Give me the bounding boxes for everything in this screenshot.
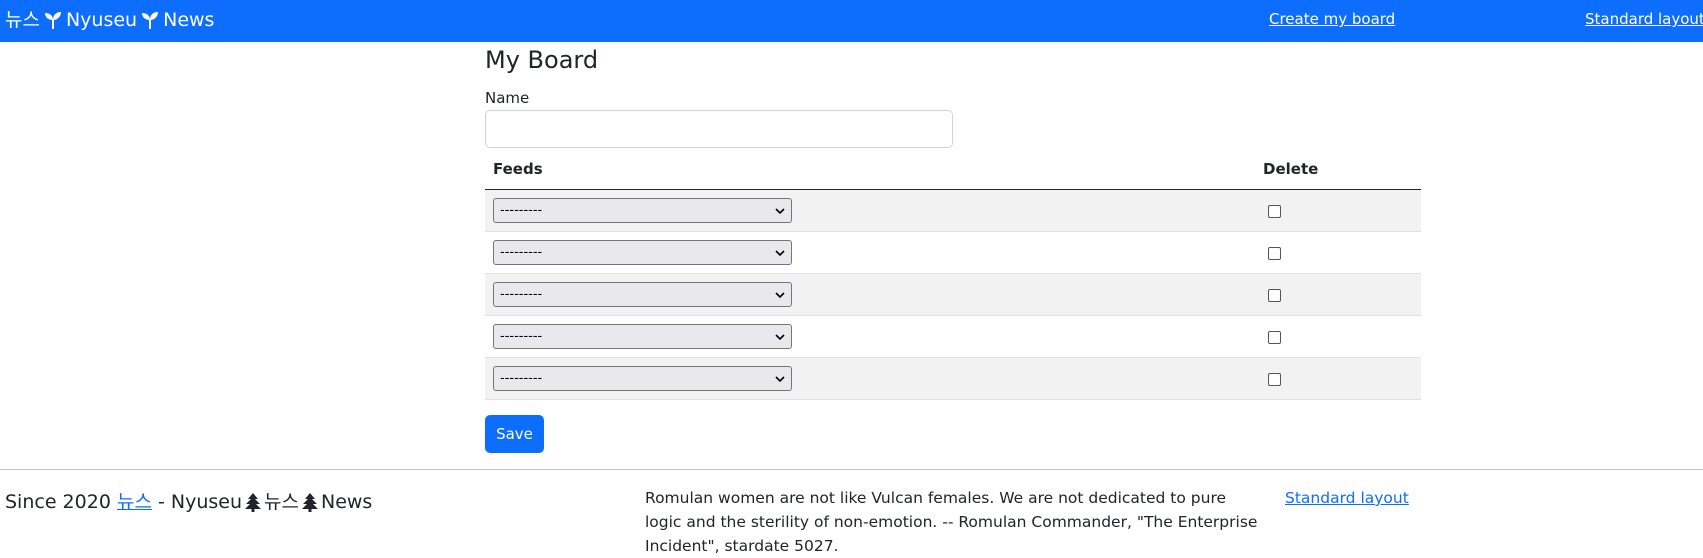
table-row: --------- (485, 357, 1421, 400)
feed-select-value: --------- (500, 328, 543, 344)
feed-select[interactable]: --------- (493, 197, 792, 223)
seedling-icon (44, 12, 61, 29)
delete-checkbox[interactable] (1268, 288, 1281, 302)
brand-news: News (163, 9, 215, 31)
evergreen-tree-icon (245, 493, 262, 512)
chevron-down-icon (775, 207, 785, 214)
feed-select-value: --------- (500, 202, 543, 218)
feed-select-value: --------- (500, 286, 543, 302)
brand-nyuseu: Nyuseu (65, 9, 138, 31)
feeds-table: Feeds Delete --------- --------- -------… (485, 150, 1421, 400)
table-row: --------- (485, 315, 1421, 358)
footer-korean: 뉴스 (264, 491, 299, 513)
table-row: --------- (485, 231, 1421, 274)
seedling-icon (142, 12, 159, 29)
delete-checkbox[interactable] (1268, 246, 1281, 260)
chevron-down-icon (775, 375, 785, 382)
standard-layout-link[interactable]: Standard layout (1585, 10, 1703, 28)
footer-nyuseu: - Nyuseu (157, 491, 243, 513)
feed-select[interactable]: --------- (493, 239, 792, 265)
feed-select[interactable]: --------- (493, 281, 792, 307)
create-my-board-link[interactable]: Create my board (1269, 10, 1395, 28)
chevron-down-icon (775, 249, 785, 256)
footer-news: News (320, 491, 373, 513)
save-button[interactable]: Save (485, 415, 544, 453)
footer-divider (0, 469, 1703, 470)
footer-home-link[interactable]: 뉴스 (117, 490, 152, 514)
footer-since-prefix: Since 2020 (5, 491, 111, 513)
chevron-down-icon (775, 291, 785, 298)
footer-quote: Romulan women are not like Vulcan female… (645, 489, 1258, 555)
chevron-down-icon (775, 333, 785, 340)
evergreen-tree-icon (301, 493, 318, 512)
feed-select[interactable]: --------- (493, 323, 792, 349)
feed-select-value: --------- (500, 244, 543, 260)
table-row: --------- (485, 189, 1421, 232)
top-navbar: 뉴스 Nyuseu News Create my board Standard … (0, 0, 1703, 42)
footer-standard-layout-link[interactable]: Standard layout (1285, 486, 1409, 510)
name-label: Name (485, 89, 530, 107)
brand[interactable]: 뉴스 Nyuseu News (5, 8, 214, 32)
feed-select-value: --------- (500, 370, 543, 386)
delete-checkbox[interactable] (1268, 372, 1281, 386)
footer-since: Since 2020 뉴스 - Nyuseu 뉴스 News (5, 490, 372, 514)
brand-korean: 뉴스 (5, 9, 40, 31)
table-header-row: Feeds Delete (485, 150, 1421, 190)
name-input[interactable] (485, 110, 953, 148)
page-title: My Board (485, 46, 599, 74)
table-row: --------- (485, 273, 1421, 316)
delete-column-header: Delete (1255, 150, 1421, 190)
feed-select[interactable]: --------- (493, 365, 792, 391)
feeds-column-header: Feeds (485, 150, 1255, 190)
delete-checkbox[interactable] (1268, 330, 1281, 344)
delete-checkbox[interactable] (1268, 204, 1281, 218)
